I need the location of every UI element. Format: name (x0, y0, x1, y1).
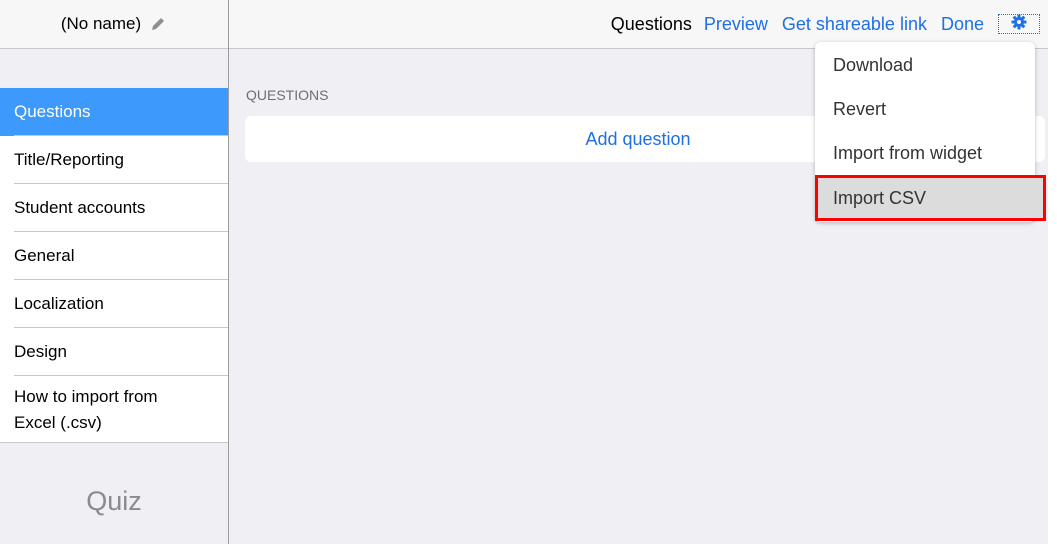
sidebar-nav: Questions Title/Reporting Student accoun… (0, 88, 228, 443)
sidebar-header: (No name) (0, 0, 228, 49)
menu-item-import-from-widget[interactable]: Import from widget (815, 131, 1035, 175)
pencil-icon[interactable] (149, 15, 167, 33)
sidebar-item-questions[interactable]: Questions (0, 88, 228, 136)
sidebar-item-title-reporting[interactable]: Title/Reporting (0, 136, 228, 184)
gear-icon (1011, 14, 1027, 35)
settings-dropdown-menu: Download Revert Import from widget Impor… (815, 42, 1046, 222)
sidebar-item-label: Title/Reporting (14, 150, 124, 169)
sidebar-item-general[interactable]: General (0, 232, 228, 280)
app-window: (No name) Questions Title/Reporting Stud… (0, 0, 1048, 544)
sidebar-item-label: General (14, 246, 75, 265)
add-question-label: Add question (585, 128, 691, 149)
menu-item-revert[interactable]: Revert (815, 87, 1035, 131)
preview-link[interactable]: Preview (704, 14, 768, 35)
menu-item-import-csv[interactable]: Import CSV (815, 175, 1046, 221)
sidebar-item-label: Localization (14, 294, 104, 313)
sidebar-item-localization[interactable]: Localization (0, 280, 228, 328)
sidebar-item-label: Student accounts (14, 198, 146, 217)
menu-item-download[interactable]: Download (815, 43, 1035, 87)
settings-button[interactable] (998, 14, 1040, 34)
document-title[interactable]: (No name) (61, 14, 141, 34)
sidebar-item-import-help[interactable]: How to import from Excel (.csv) (0, 376, 228, 443)
sidebar: (No name) Questions Title/Reporting Stud… (0, 0, 229, 544)
current-view-label: Questions (610, 13, 692, 34)
app-type-label: Quiz (86, 486, 142, 516)
sidebar-item-label: Design (14, 342, 67, 361)
sidebar-item-label: Questions (14, 102, 91, 121)
done-button[interactable]: Done (941, 14, 984, 35)
sidebar-item-label: How to import from Excel (.csv) (14, 386, 158, 432)
shareable-link-button[interactable]: Get shareable link (782, 14, 927, 35)
sidebar-item-student-accounts[interactable]: Student accounts (0, 184, 228, 232)
sidebar-item-design[interactable]: Design (0, 328, 228, 376)
questions-section-label: QUESTIONS (246, 87, 329, 103)
